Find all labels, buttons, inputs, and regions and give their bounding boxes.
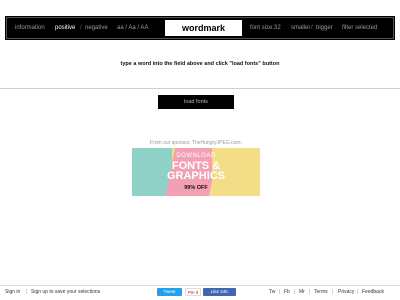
negative-toggle[interactable]: negative xyxy=(85,18,108,38)
footer: Sign in | Sign up to save your selection… xyxy=(0,285,400,300)
information-link[interactable]: information xyxy=(15,18,45,38)
privacy-link[interactable]: Privacy xyxy=(338,289,354,295)
ad-download-text: DOWNLOAD xyxy=(176,153,216,159)
tweet-button[interactable]: Tweet xyxy=(157,288,182,296)
case-options[interactable]: aa / Aa / AA xyxy=(117,18,148,38)
sign-in-link[interactable]: Sign in xyxy=(5,289,20,295)
facebook-link[interactable]: Fb xyxy=(284,289,290,295)
smaller-button[interactable]: smaller xyxy=(291,18,310,38)
sponsor-ad-banner[interactable]: DOWNLOAD FONTS & GRAPHICS 99% OFF xyxy=(132,148,260,196)
ad-graphics-text: GRAPHICS xyxy=(166,170,226,182)
sponsor-note: From our sponsor, TheHungryJPEG.com: xyxy=(150,140,242,146)
font-size-control[interactable]: font size:32 xyxy=(250,18,281,38)
top-toolbar: information positive / negative aa / Aa … xyxy=(5,16,395,40)
bigger-button[interactable]: bigger xyxy=(316,18,333,38)
mr-link[interactable]: Mr xyxy=(299,289,305,295)
twitter-link[interactable]: Tw xyxy=(269,289,275,295)
load-fonts-button[interactable]: load fonts xyxy=(158,95,234,109)
toolbar-separator: / xyxy=(80,25,82,31)
filter-selected-button[interactable]: filter selected xyxy=(342,18,377,38)
facebook-like-button[interactable]: Like 24K xyxy=(203,288,236,296)
divider xyxy=(0,88,400,89)
wordmark-input[interactable]: wordmark xyxy=(165,20,242,36)
terms-link[interactable]: Terms xyxy=(314,289,328,295)
signup-link[interactable]: Sign up to save your selections xyxy=(31,289,100,295)
feedback-link[interactable]: Feedback xyxy=(362,289,384,295)
pin-it-button[interactable]: Pin it xyxy=(185,288,201,296)
toolbar-separator: / xyxy=(311,25,313,31)
positive-toggle[interactable]: positive xyxy=(55,18,75,38)
instruction-text: type a word into the field above and cli… xyxy=(120,61,280,67)
ad-discount-text: 99% OFF xyxy=(184,185,208,191)
